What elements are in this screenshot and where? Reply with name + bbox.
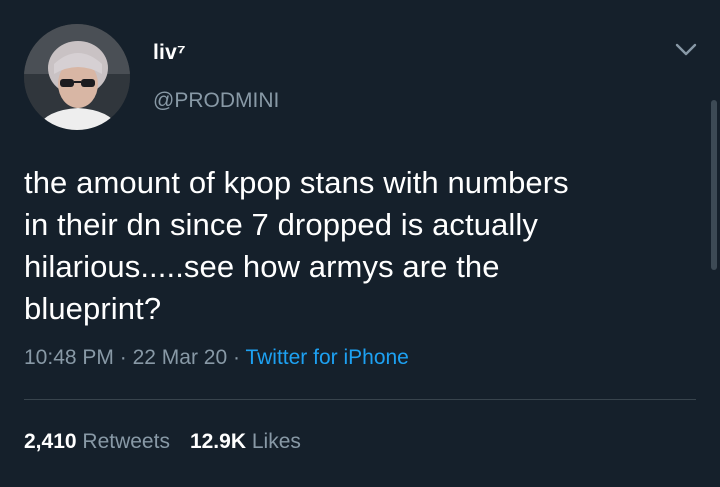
retweets-count: 2,410 xyxy=(24,430,77,453)
separator-dot: · xyxy=(232,346,240,369)
username-handle[interactable]: @PRODMINI xyxy=(153,89,279,113)
tweet-text-line: hilarious.....see how armys are the xyxy=(24,249,500,284)
tweet-metadata: 10:48 PM · 22 Mar 20 · Twitter for iPhon… xyxy=(24,346,409,370)
tweet-text-line: blueprint? xyxy=(24,291,162,326)
tweet-text-line: the amount of kpop stans with numbers xyxy=(24,165,569,200)
likes-stat[interactable]: 12.9K Likes xyxy=(190,430,301,453)
tweet-time: 10:48 PM xyxy=(24,346,114,369)
scrollbar[interactable] xyxy=(711,100,717,270)
tweet-text-line: in their dn since 7 dropped is actually xyxy=(24,207,538,242)
display-name[interactable]: liv⁷ xyxy=(153,41,186,65)
source-link[interactable]: Twitter for iPhone xyxy=(245,346,408,369)
tweet-detail: liv⁷ @PRODMINI the amount of kpop stans … xyxy=(0,0,720,487)
avatar[interactable] xyxy=(24,24,130,130)
likes-count: 12.9K xyxy=(189,430,246,453)
retweets-label: Retweets xyxy=(82,430,170,453)
divider xyxy=(24,399,696,400)
engagement-stats: 2,410 Retweets 12.9K Likes xyxy=(24,430,301,454)
tweet-text: the amount of kpop stans with numbers in… xyxy=(24,162,684,330)
chevron-down-icon[interactable] xyxy=(674,42,698,58)
likes-label: Likes xyxy=(251,430,301,453)
avatar-photo xyxy=(24,24,130,130)
retweets-stat[interactable]: 2,410 Retweets xyxy=(24,430,170,453)
separator-dot: · xyxy=(119,346,127,369)
tweet-date: 22 Mar 20 xyxy=(132,346,228,369)
